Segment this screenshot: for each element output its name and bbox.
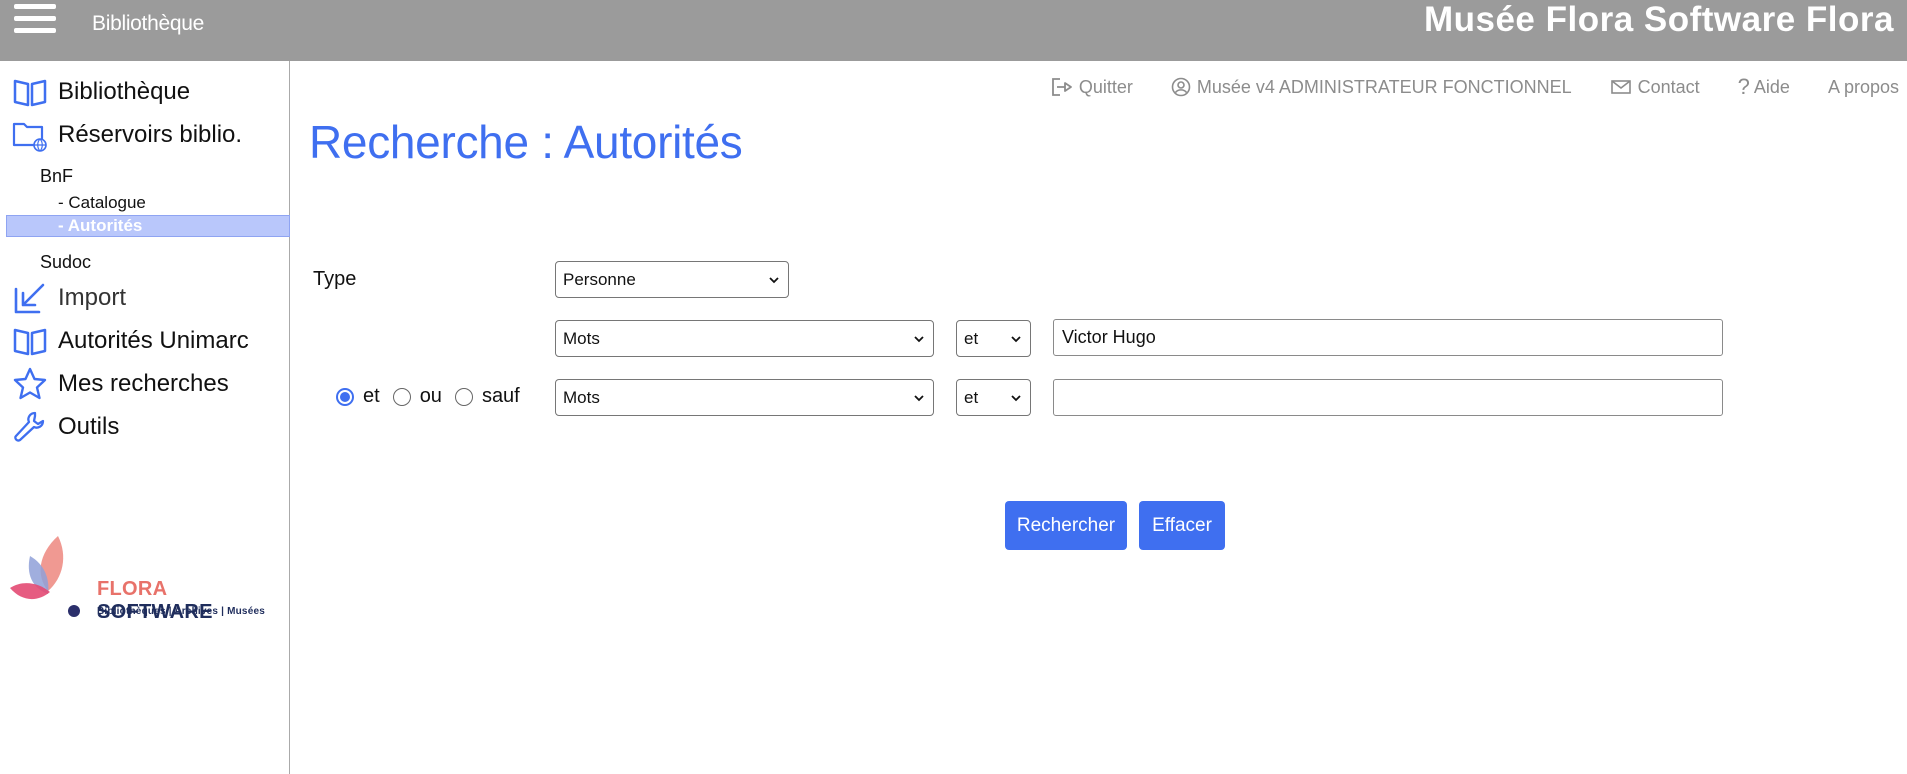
quit-label: Quitter [1078,76,1133,97]
flora-software-logo: FLORA SOFTWARE Bibliothèques | Archives … [8,536,288,624]
question-mark-icon: ? [1737,74,1750,99]
chevron-down-icon [1011,395,1021,402]
folder-globe-icon [12,117,48,153]
about-label: A propos [1827,76,1899,97]
logo-tagline: Bibliothèques | Archives | Musées [97,606,265,617]
quit-link[interactable]: Quitter [1051,77,1133,98]
logo-word-flora: FLORA [97,578,167,600]
boolean-radio-group: et ou sauf [336,385,533,408]
search-input-row2[interactable] [1053,379,1723,416]
user-circle-icon [1171,77,1191,97]
operator-select-value: et [964,387,979,407]
about-link[interactable]: A propos [1828,77,1899,98]
sidebar-item-import[interactable]: Import [12,280,126,316]
sidebar-item-outils[interactable]: Outils [12,409,119,445]
book-open-icon [12,74,48,110]
sidebar: Bibliothèque Réservoirs biblio. BnF - Ca… [0,61,290,774]
chevron-down-icon [769,277,779,284]
operator-select-value: et [964,328,979,348]
user-label: Musée v4 ADMINISTRATEUR FONCTIONNEL [1196,76,1572,97]
sidebar-item-label: Autorités Unimarc [58,327,249,354]
radio-et[interactable] [336,387,354,406]
contact-label: Contact [1637,76,1700,97]
envelope-icon [1610,80,1631,94]
sidebar-item-autorites-unimarc[interactable]: Autorités Unimarc [12,323,249,359]
search-input-row1[interactable]: Victor Hugo [1053,319,1723,356]
type-label: Type [313,268,357,290]
sidebar-item-mes-recherches[interactable]: Mes recherches [12,366,229,402]
book-open-icon [12,323,48,359]
exit-icon [1051,78,1072,96]
page-title: Recherche : Autorités [309,116,743,168]
operator-select-row1[interactable]: et [956,320,1031,357]
sidebar-item-label: Outils [58,413,120,440]
sidebar-item-label: Réservoirs biblio. [58,121,243,148]
star-icon [12,366,48,402]
import-arrow-icon [12,280,48,316]
logo-wordmark: FLORA SOFTWARE [97,578,288,624]
help-label: Aide [1753,76,1790,97]
radio-label-et: et [363,385,380,407]
field-select-row2[interactable]: Mots [555,379,934,416]
flora-flower-icon [10,536,80,617]
radio-ou[interactable] [392,387,411,406]
contact-link[interactable]: Contact [1610,77,1700,98]
chevron-down-icon [1011,336,1021,343]
field-select-row1[interactable]: Mots [555,320,934,357]
search-input-value: Victor Hugo [1062,327,1156,347]
radio-label-ou: ou [419,385,442,407]
type-select-value: Personne [563,269,636,289]
clear-button[interactable]: Effacer [1139,501,1225,550]
chevron-down-icon [914,336,924,343]
user-link[interactable]: Musée v4 ADMINISTRATEUR FONCTIONNEL [1171,77,1572,98]
sidebar-reservoir-bnf[interactable]: BnF [40,166,73,187]
sidebar-item-label: Import [58,284,127,311]
field-select-value: Mots [563,387,600,407]
chevron-down-icon [914,395,924,402]
operator-select-row2[interactable]: et [956,379,1031,416]
sidebar-subitem-catalogue[interactable]: - Catalogue [58,193,146,213]
type-select[interactable]: Personne [555,261,789,298]
sidebar-item-label: Bibliothèque [58,78,191,105]
sidebar-reservoir-sudoc[interactable]: Sudoc [40,252,91,273]
wrench-icon [12,409,48,445]
top-links: Quitter Musée v4 ADMINISTRATEUR FONCTION… [1013,74,1899,100]
brand-title: Musée Flora Software Flora [1423,0,1894,39]
help-link[interactable]: ? Aide [1738,74,1790,100]
sidebar-item-reservoirs[interactable]: Réservoirs biblio. [12,117,242,153]
hamburger-menu-icon[interactable] [14,4,56,38]
search-button[interactable]: Rechercher [1005,501,1127,550]
radio-sauf[interactable] [454,387,473,406]
sidebar-item-bibliotheque[interactable]: Bibliothèque [12,74,190,110]
field-select-value: Mots [563,328,600,348]
sidebar-subitem-autorites[interactable]: - Autorités [6,215,290,237]
sidebar-item-label: Mes recherches [58,370,229,397]
top-header-bar: Bibliothèque Musée Flora Software Flora [0,0,1907,61]
section-title: Bibliothèque [92,12,204,35]
radio-label-sauf: sauf [481,385,520,407]
